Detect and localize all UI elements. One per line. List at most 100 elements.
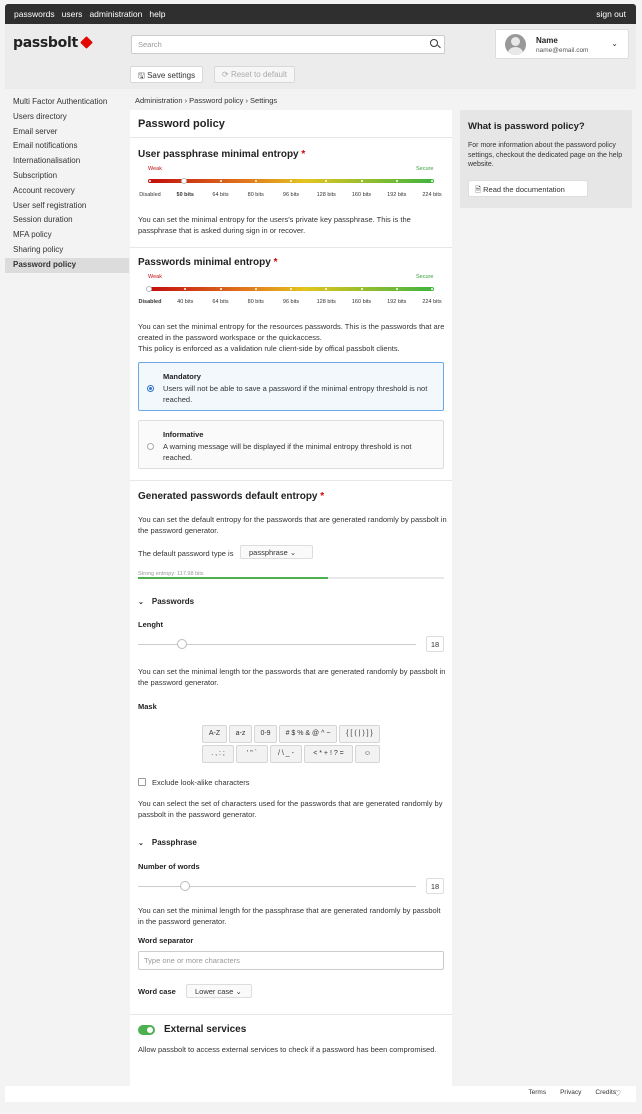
password-entropy-tick-2[interactable] — [219, 288, 222, 290]
chevron-down-icon: ⌄ — [289, 548, 297, 557]
search-icon[interactable] — [430, 39, 438, 47]
default-password-type-select[interactable]: passphrase ⌄ — [240, 545, 313, 559]
mask-brackets[interactable]: { [ ( | ) ] } — [339, 725, 380, 743]
avatar — [505, 34, 526, 55]
profile-dropdown[interactable]: Name name@email.com ⌄ — [495, 29, 629, 59]
words-slider-handle[interactable] — [179, 881, 190, 891]
sidebar-item-user-self-registration[interactable]: User self registration — [5, 199, 129, 214]
words-number-input[interactable]: 18 — [426, 878, 444, 894]
sidebar-item-sharing-policy[interactable]: Sharing policy — [5, 243, 129, 258]
password-entropy-weak-label: Weak — [148, 274, 162, 280]
search-placeholder: Search — [138, 40, 162, 49]
user-entropy-tick-4[interactable] — [290, 180, 292, 182]
user-entropy-tick-3[interactable] — [254, 180, 257, 182]
logo-text: passbolt — [13, 35, 78, 51]
password-entropy-tick-5[interactable] — [325, 288, 328, 290]
chevron-down-icon: ⌄ — [138, 599, 144, 606]
password-entropy-tick-label-1: 40 bits — [177, 299, 194, 305]
nav-passwords[interactable]: passwords — [14, 9, 55, 19]
user-entropy-slider[interactable] — [148, 178, 434, 184]
search-input[interactable]: Search — [131, 35, 445, 54]
mask-punctuation[interactable]: . , : ; — [202, 745, 234, 763]
footer-links: Terms Privacy Credits — [528, 1089, 616, 1096]
password-entropy-slider[interactable] — [146, 286, 434, 292]
reset-to-default-button[interactable]: ⟳ Reset to default — [214, 66, 295, 83]
sidebar-item-mfa-policy[interactable]: MFA policy — [5, 228, 129, 243]
exclude-lookalike-checkbox[interactable] — [138, 778, 146, 786]
heart-icon[interactable]: ♡ — [614, 1089, 621, 1098]
password-entropy-tick-label-5: 128 bits — [316, 299, 336, 305]
length-number-input[interactable]: 18 — [426, 636, 444, 652]
main-panel: Password policy User passphrase minimal … — [130, 110, 452, 1086]
external-services-description: Allow passbolt to access external servic… — [138, 1045, 437, 1054]
document-icon: 🗎 — [475, 185, 482, 194]
sidebar-item-email-notifications[interactable]: Email notifications — [5, 139, 129, 154]
user-entropy-tick-2[interactable] — [219, 180, 222, 182]
passwords-section-toggle[interactable]: ⌄ Passwords — [138, 597, 194, 606]
save-settings-label: Save settings — [147, 71, 196, 80]
mandatory-option[interactable]: Mandatory Users will not be able to save… — [138, 362, 444, 411]
length-slider-handle[interactable] — [176, 639, 187, 649]
password-entropy-tick-4[interactable] — [290, 288, 292, 290]
password-entropy-slider-handle[interactable] — [146, 286, 152, 292]
generated-entropy-title: Generated passwords default entropy * — [138, 491, 324, 502]
user-entropy-tick-7[interactable] — [395, 180, 398, 182]
mask-lowercase[interactable]: a-z — [229, 725, 252, 743]
user-entropy-tick-6[interactable] — [360, 180, 363, 182]
mask-slashes[interactable]: / \ _ - — [270, 745, 302, 763]
user-entropy-slider-handle[interactable] — [181, 178, 188, 184]
mask-emoji[interactable]: ☺ — [355, 745, 380, 763]
informative-description: A warning message will be displayed if t… — [163, 442, 412, 462]
sidebar-item-users-directory[interactable]: Users directory — [5, 110, 129, 125]
nav-help[interactable]: help — [149, 9, 165, 19]
user-entropy-tick-label-1: 50 bits — [176, 192, 194, 198]
word-case-select[interactable]: Lower case ⌄ — [186, 984, 252, 998]
sidebar-item-internationalisation[interactable]: Internationalisation — [5, 154, 129, 169]
generated-entropy-title-text: Generated passwords default entropy — [138, 491, 318, 502]
words-slider[interactable] — [138, 881, 416, 891]
user-entropy-title: User passphrase minimal entropy * — [138, 149, 305, 160]
password-entropy-tick-label-7: 192 bits — [387, 299, 407, 305]
mask-uppercase[interactable]: A-Z — [202, 725, 227, 743]
password-entropy-tick-7[interactable] — [395, 288, 398, 290]
sidebar-item-session-duration[interactable]: Session duration — [5, 213, 129, 228]
mask-math[interactable]: < * + ! ? = — [304, 745, 353, 763]
word-separator-input[interactable]: Type one or more characters — [138, 951, 444, 970]
sidebar-item-mfa[interactable]: Multi Factor Authentication — [5, 95, 129, 110]
footer-privacy-link[interactable]: Privacy — [560, 1089, 581, 1096]
sidebar-item-subscription[interactable]: Subscription — [5, 169, 129, 184]
external-services-toggle[interactable] — [138, 1025, 155, 1035]
sidebar-item-email-server[interactable]: Email server — [5, 125, 129, 140]
informative-option[interactable]: Informative A warning message will be di… — [138, 420, 444, 469]
reset-label: Reset to default — [230, 70, 287, 79]
read-documentation-button[interactable]: 🗎 Read the documentation — [468, 180, 588, 197]
length-slider[interactable] — [138, 639, 416, 649]
mask-quotes[interactable]: ' " ` — [236, 745, 268, 763]
sidebar-item-password-policy[interactable]: Password policy — [5, 257, 129, 273]
password-entropy-tick-1[interactable] — [184, 288, 187, 290]
word-case-label: Word case — [138, 987, 176, 996]
mandatory-radio[interactable] — [147, 385, 154, 392]
sidebar-item-account-recovery[interactable]: Account recovery — [5, 184, 129, 199]
password-entropy-tick-8[interactable] — [431, 288, 433, 290]
user-entropy-tick-0[interactable] — [149, 180, 151, 182]
password-entropy-tick-label-6: 160 bits — [351, 299, 372, 305]
sign-out-link[interactable]: sign out — [596, 9, 626, 19]
length-description: You can set the minimal length tor the p… — [138, 667, 446, 687]
mask-digits[interactable]: 0-9 — [254, 725, 277, 743]
help-title: What is password policy? — [468, 121, 585, 132]
save-settings-button[interactable]: 🖫 Save settings — [130, 66, 204, 83]
footer-terms-link[interactable]: Terms — [528, 1089, 546, 1096]
informative-radio[interactable] — [147, 443, 154, 450]
required-marker: * — [273, 257, 278, 268]
mask-special-1[interactable]: # $ % & @ ^ ~ — [279, 725, 337, 743]
passphrase-section-toggle[interactable]: ⌄ Passphrase — [138, 838, 197, 847]
password-entropy-tick-3[interactable] — [254, 288, 257, 290]
mask-label: Mask — [138, 702, 157, 711]
nav-users[interactable]: users — [62, 9, 83, 19]
password-entropy-tick-6[interactable] — [360, 288, 363, 290]
logo[interactable]: passbolt — [13, 35, 93, 51]
user-entropy-tick-8[interactable] — [431, 180, 433, 182]
user-entropy-tick-5[interactable] — [325, 180, 328, 182]
nav-administration[interactable]: administration — [89, 9, 142, 19]
